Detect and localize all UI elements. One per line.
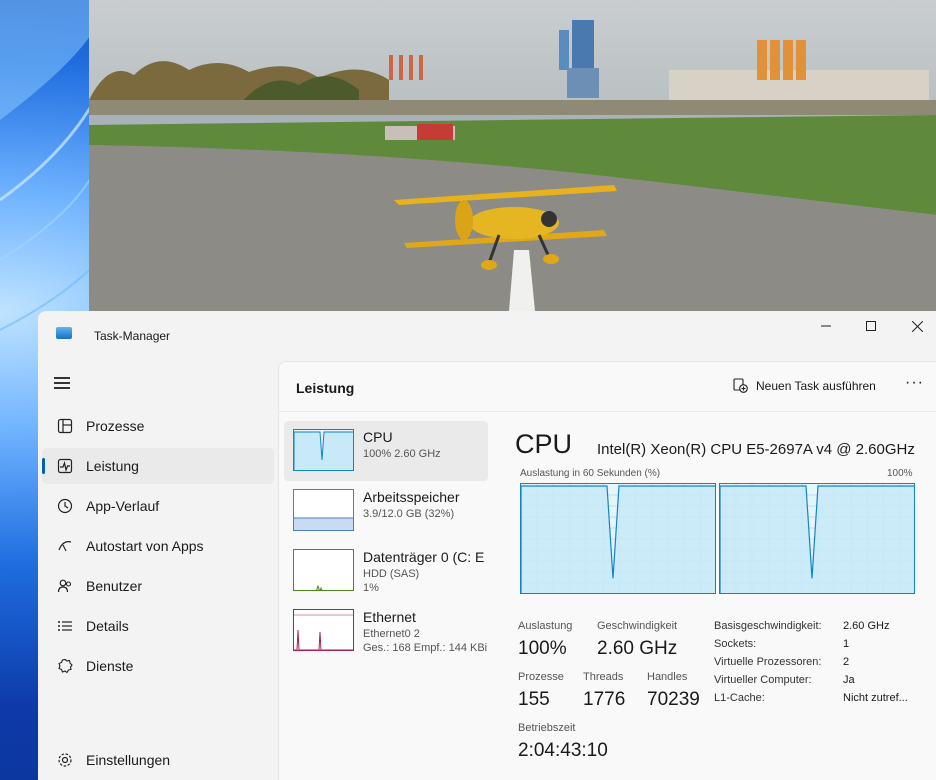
spec-label: Virtuelle Prozessoren: (714, 656, 822, 668)
graph-caption: Auslastung in 60 Sekunden (%) (520, 468, 661, 479)
resource-name: Arbeitsspeicher (363, 489, 460, 505)
run-new-task-button[interactable]: Neuen Task ausführen (733, 378, 876, 393)
hamburger-bar (54, 387, 70, 389)
nav-item-label: Benutzer (86, 578, 143, 594)
details-icon (56, 617, 74, 635)
page-title: Leistung (296, 380, 355, 396)
run-new-task-label: Neuen Task ausführen (756, 378, 876, 393)
nav-item-label: Dienste (86, 658, 134, 674)
processes-icon (56, 417, 74, 435)
resource-item-ethernet[interactable]: Ethernet Ethernet0 2 Ges.: 168 Empf.: 14… (284, 601, 488, 661)
stat-value-handles: 70239 (647, 689, 700, 710)
nav-item-label: Leistung (86, 458, 139, 474)
nav-item-label: Prozesse (86, 418, 145, 434)
resource-detail: 3.9/12.0 GB (32%) (363, 508, 455, 520)
resource-detail: Ges.: 168 Empf.: 144 KBi (363, 642, 488, 654)
stat-label: Betriebszeit (518, 722, 576, 734)
nav-item-leistung[interactable]: Leistung (42, 448, 274, 484)
nav-item-autostart[interactable]: Autostart von Apps (42, 528, 274, 564)
minimize-button[interactable] (803, 311, 849, 341)
users-icon (56, 577, 74, 595)
stat-value-uptime: 2:04:43:10 (518, 740, 608, 761)
resource-name: Datenträger 0 (C: E (363, 549, 485, 565)
window-title: Task-Manager (94, 329, 171, 343)
stat-value-threads: 1776 (583, 689, 626, 710)
close-icon (911, 320, 923, 332)
minimize-icon (821, 325, 831, 327)
spec-value: 2 (843, 656, 850, 668)
hamburger-bar (54, 377, 70, 379)
task-manager-app-icon (56, 327, 72, 339)
hamburger-bar (54, 382, 70, 384)
cpu-model-name: Intel(R) Xeon(R) CPU E5-2697A v4 @ 2.60G… (597, 441, 915, 458)
maximize-button[interactable] (848, 311, 894, 341)
spec-label: L1-Cache: (714, 692, 765, 704)
nav-settings-label: Einstellungen (86, 752, 171, 768)
hamburger-menu-button[interactable] (54, 377, 70, 392)
spec-label: Sockets: (714, 638, 757, 650)
close-button[interactable] (894, 311, 936, 341)
resource-detail: Ethernet0 2 (363, 628, 420, 640)
nav-item-dienste[interactable]: Dienste (42, 648, 274, 684)
gear-icon (56, 751, 74, 769)
disk-mini-graph (293, 549, 354, 591)
nav-item-benutzer[interactable]: Benutzer (42, 568, 274, 604)
resource-detail: HDD (SAS) (363, 568, 420, 580)
nav-item-prozesse[interactable]: Prozesse (42, 408, 274, 444)
resource-name: CPU (363, 429, 393, 445)
nav-item-einstellungen[interactable]: Einstellungen (42, 742, 274, 778)
resource-name: Ethernet (363, 609, 416, 625)
spec-value: Ja (843, 674, 855, 686)
resource-item-disk[interactable]: Datenträger 0 (C: E HDD (SAS) 1% (284, 541, 488, 601)
stat-label: Geschwindigkeit (597, 620, 678, 632)
cpu-core-graph (520, 483, 716, 594)
new-task-icon (733, 378, 748, 393)
stat-label: Handles (647, 671, 688, 683)
resource-detail: 100% 2.60 GHz (363, 448, 441, 460)
stat-value-processes: 155 (518, 689, 550, 710)
ethernet-mini-graph (293, 609, 354, 651)
nav-item-label: Autostart von Apps (86, 538, 204, 554)
cpu-usage-area (720, 485, 914, 593)
video-frame-airplane (89, 0, 936, 311)
spec-label: Virtueller Computer: (714, 674, 812, 686)
resource-detail: 1% (363, 582, 379, 594)
stat-label: Prozesse (518, 671, 564, 683)
spec-value: 2.60 GHz (843, 620, 890, 632)
cpu-core-graph (719, 483, 915, 594)
spec-value: 1 (843, 638, 850, 650)
stat-label: Auslastung (518, 620, 573, 632)
cpu-usage-area (521, 485, 715, 593)
memory-mini-graph (293, 489, 354, 531)
services-icon (56, 657, 74, 675)
spec-value: Nicht zutref... (843, 692, 908, 704)
startup-icon (56, 537, 74, 555)
maximize-icon (866, 321, 876, 331)
more-options-button[interactable]: ··· (905, 374, 924, 392)
stat-value-speed: 2.60 GHz (597, 638, 678, 659)
resource-item-cpu[interactable]: CPU 100% 2.60 GHz (284, 421, 488, 481)
graph-max-label: 100% (887, 468, 913, 479)
content-header: Leistung Neuen Task ausführen ··· (279, 362, 936, 412)
nav-item-details[interactable]: Details (42, 608, 274, 644)
nav-item-app-verlauf[interactable]: App-Verlauf (42, 488, 274, 524)
title-bar[interactable]: Task-Manager (38, 311, 936, 359)
resource-item-memory[interactable]: Arbeitsspeicher 3.9/12.0 GB (32%) (284, 481, 488, 541)
history-icon (56, 497, 74, 515)
stat-label: Threads (583, 671, 624, 683)
performance-icon (56, 457, 74, 475)
task-manager-window: Task-Manager Prozesse Leistung App-Verla… (38, 311, 936, 780)
cpu-heading: CPU (515, 429, 573, 459)
performance-panel: Leistung Neuen Task ausführen ··· CPU 10… (278, 361, 936, 780)
nav-item-label: Details (86, 618, 129, 634)
cpu-mini-graph (293, 429, 354, 471)
spec-label: Basisgeschwindigkeit: (714, 620, 822, 632)
stat-value-utilization: 100% (518, 638, 567, 659)
nav-item-label: App-Verlauf (86, 498, 160, 514)
